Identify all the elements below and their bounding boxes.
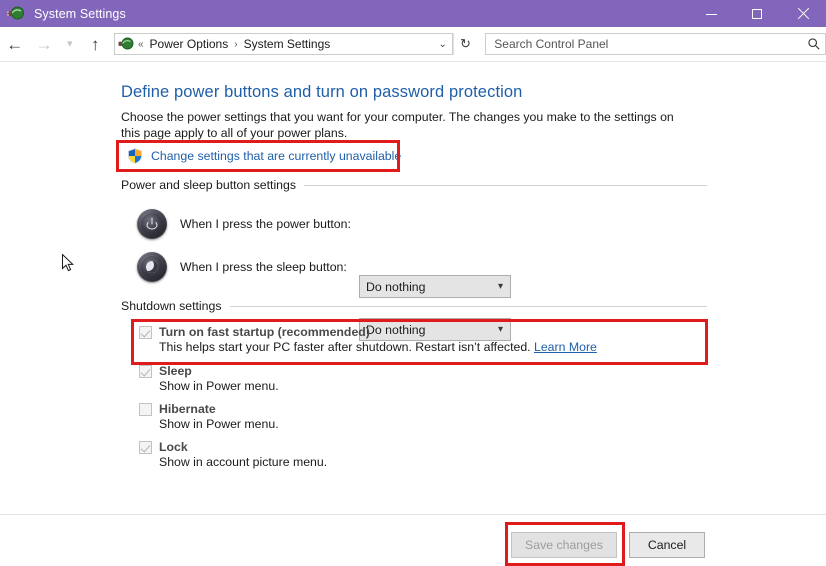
fast-startup-subtitle: This helps start your PC faster after sh… — [159, 339, 597, 356]
hibernate-checkbox[interactable] — [139, 403, 152, 416]
power-button-action-value: Do nothing — [366, 279, 426, 294]
power-symbol-icon — [146, 217, 158, 230]
save-changes-button[interactable]: Save changes — [511, 532, 617, 558]
chevron-down-icon[interactable]: ⌄ — [434, 39, 452, 50]
page-title: Define power buttons and turn on passwor… — [121, 83, 523, 101]
fast-startup-title: Turn on fast startup (recommended) — [159, 325, 370, 339]
breadcrumb-system-settings[interactable]: System Settings — [242, 37, 333, 51]
minimize-icon — [705, 13, 717, 15]
footer-divider — [0, 514, 826, 515]
lock-row[interactable]: Lock Show in account picture menu. — [139, 440, 327, 471]
window-title: System Settings — [34, 6, 126, 21]
section-rule — [229, 305, 707, 307]
refresh-icon[interactable]: ↻ — [452, 33, 478, 55]
moon-symbol-icon — [146, 261, 158, 273]
uac-shield-icon — [127, 148, 143, 164]
power-button-label: When I press the power button: — [180, 217, 351, 231]
close-button[interactable] — [780, 0, 826, 27]
hibernate-title: Hibernate — [159, 402, 216, 416]
maximize-button[interactable] — [734, 0, 780, 27]
search-input[interactable] — [492, 36, 803, 52]
section-label-power-sleep: Power and sleep button settings — [121, 178, 297, 192]
hibernate-row[interactable]: Hibernate Show in Power menu. — [139, 402, 279, 433]
window-controls — [688, 0, 826, 27]
lock-subtitle: Show in account picture menu. — [159, 455, 328, 469]
fast-startup-subtitle-text: This helps start your PC faster after sh… — [159, 340, 534, 354]
mouse-cursor — [62, 253, 75, 273]
sleep-button-setting-row: When I press the sleep button: — [137, 252, 347, 282]
power-button-icon — [137, 209, 167, 239]
maximize-icon — [752, 8, 762, 19]
back-button[interactable]: ← — [0, 29, 29, 59]
cancel-button[interactable]: Cancel — [629, 532, 705, 558]
sleep-checkbox[interactable] — [139, 365, 152, 378]
lock-title: Lock — [159, 440, 188, 454]
content-area: Define power buttons and turn on passwor… — [0, 62, 826, 566]
sleep-button-label: When I press the sleep button: — [180, 260, 347, 274]
search-icon — [803, 37, 825, 51]
section-label-shutdown: Shutdown settings — [121, 299, 222, 313]
fast-startup-texts: Turn on fast startup (recommended) This … — [159, 325, 597, 356]
sleep-row[interactable]: Sleep Show in Power menu. — [139, 364, 279, 395]
breadcrumb-separator: › — [234, 38, 238, 50]
change-settings-link-row[interactable]: Change settings that are currently unava… — [127, 148, 401, 164]
sleep-texts: Sleep Show in Power menu. — [159, 364, 279, 395]
section-header-shutdown: Shutdown settings — [121, 299, 707, 313]
power-plug-icon — [7, 5, 25, 23]
recent-locations-button[interactable]: ▾ — [59, 29, 81, 59]
section-header-power-sleep: Power and sleep button settings — [121, 178, 707, 192]
hibernate-texts: Hibernate Show in Power menu. — [159, 402, 279, 433]
breadcrumb-power-options[interactable]: Power Options — [148, 37, 231, 51]
lock-texts: Lock Show in account picture menu. — [159, 440, 327, 471]
navigation-bar: ← → ▾ ↑ « Power Options › System Setting… — [0, 27, 826, 62]
fast-startup-row[interactable]: Turn on fast startup (recommended) This … — [139, 325, 597, 356]
address-bar[interactable]: « Power Options › System Settings ⌄ — [113, 33, 453, 55]
close-icon — [797, 8, 809, 20]
search-box[interactable] — [485, 33, 826, 55]
change-settings-link[interactable]: Change settings that are currently unava… — [151, 149, 401, 163]
learn-more-link[interactable]: Learn More — [534, 340, 597, 354]
minimize-button[interactable] — [688, 0, 734, 27]
title-bar: System Settings — [0, 0, 826, 27]
power-button-action-select[interactable]: Do nothing ▾ — [359, 275, 511, 298]
sleep-subtitle: Show in Power menu. — [159, 379, 279, 393]
up-button[interactable]: ↑ — [81, 29, 110, 59]
sleep-button-icon — [137, 252, 167, 282]
breadcrumb-prefix: « — [137, 38, 144, 50]
sleep-title: Sleep — [159, 364, 192, 378]
page-description: Choose the power settings that you want … — [121, 110, 674, 140]
fast-startup-checkbox[interactable] — [139, 326, 152, 339]
hibernate-subtitle: Show in Power menu. — [159, 417, 279, 431]
power-button-setting-row: When I press the power button: — [137, 209, 351, 239]
chevron-down-icon: ▾ — [497, 281, 503, 292]
lock-checkbox[interactable] — [139, 441, 152, 454]
forward-button[interactable]: → — [29, 29, 58, 59]
section-rule — [304, 184, 707, 186]
address-power-plug-icon — [118, 36, 134, 52]
